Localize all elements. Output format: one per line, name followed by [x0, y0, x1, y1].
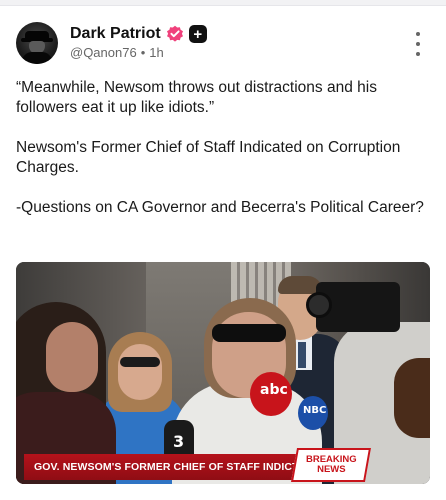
post-header: Dark Patriot + @Qanon76 • 1h — [16, 20, 430, 66]
more-vertical-icon — [416, 32, 420, 36]
author-handle[interactable]: @Qanon76 — [70, 45, 137, 60]
breaking-news-text: BREAKING NEWS — [305, 454, 357, 475]
person-blue-glasses — [120, 357, 160, 367]
author-display-name[interactable]: Dark Patriot — [70, 25, 161, 43]
more-vertical-icon-dot — [416, 52, 420, 56]
person-suit-tie — [298, 342, 306, 368]
avatar[interactable] — [16, 22, 58, 64]
more-options-button[interactable] — [412, 32, 424, 56]
microphone-abc-label: abc — [260, 382, 288, 398]
verified-badge-icon — [166, 25, 184, 43]
news-lower-third: GOV. NEWSOM'S FORMER CHIEF OF STAFF INDI… — [16, 448, 430, 482]
post-paragraph: -Questions on CA Governor and Becerra's … — [16, 199, 424, 216]
camera-lens — [306, 292, 332, 318]
post-paragraph: “Meanwhile, Newsom throws out distractio… — [16, 79, 377, 116]
person-right-hair — [394, 358, 430, 438]
post-time[interactable]: 1h — [149, 45, 163, 60]
chyron-bar: GOV. NEWSOM'S FORMER CHIEF OF STAFF INDI… — [24, 454, 313, 480]
chyron-text: GOV. NEWSOM'S FORMER CHIEF OF STAFF INDI… — [34, 461, 314, 473]
author-meta-row: @Qanon76 • 1h — [70, 45, 164, 60]
meta-separator: • — [140, 45, 146, 60]
post-media-video[interactable]: abc NBC 3 GOV. NEWSOM'S FORMER CHIEF OF … — [16, 262, 430, 484]
person-blue-face — [118, 344, 162, 400]
plus-icon[interactable]: + — [188, 25, 207, 43]
post-paragraph: Newsom's Former Chief of Staff Indicated… — [16, 139, 401, 176]
avatar-coat — [22, 52, 52, 64]
microphone-channel3-label: 3 — [173, 432, 185, 451]
person-center-sunglasses — [212, 324, 286, 342]
author-name-row: Dark Patriot + — [70, 23, 207, 45]
person-left-face — [46, 322, 98, 392]
top-divider — [0, 0, 446, 6]
post-body: “Meanwhile, Newsom throws out distractio… — [16, 78, 426, 238]
more-vertical-icon-dot — [416, 42, 420, 46]
microphone-nbc-label: NBC — [303, 405, 327, 416]
breaking-news-tag: BREAKING NEWS — [291, 448, 371, 482]
